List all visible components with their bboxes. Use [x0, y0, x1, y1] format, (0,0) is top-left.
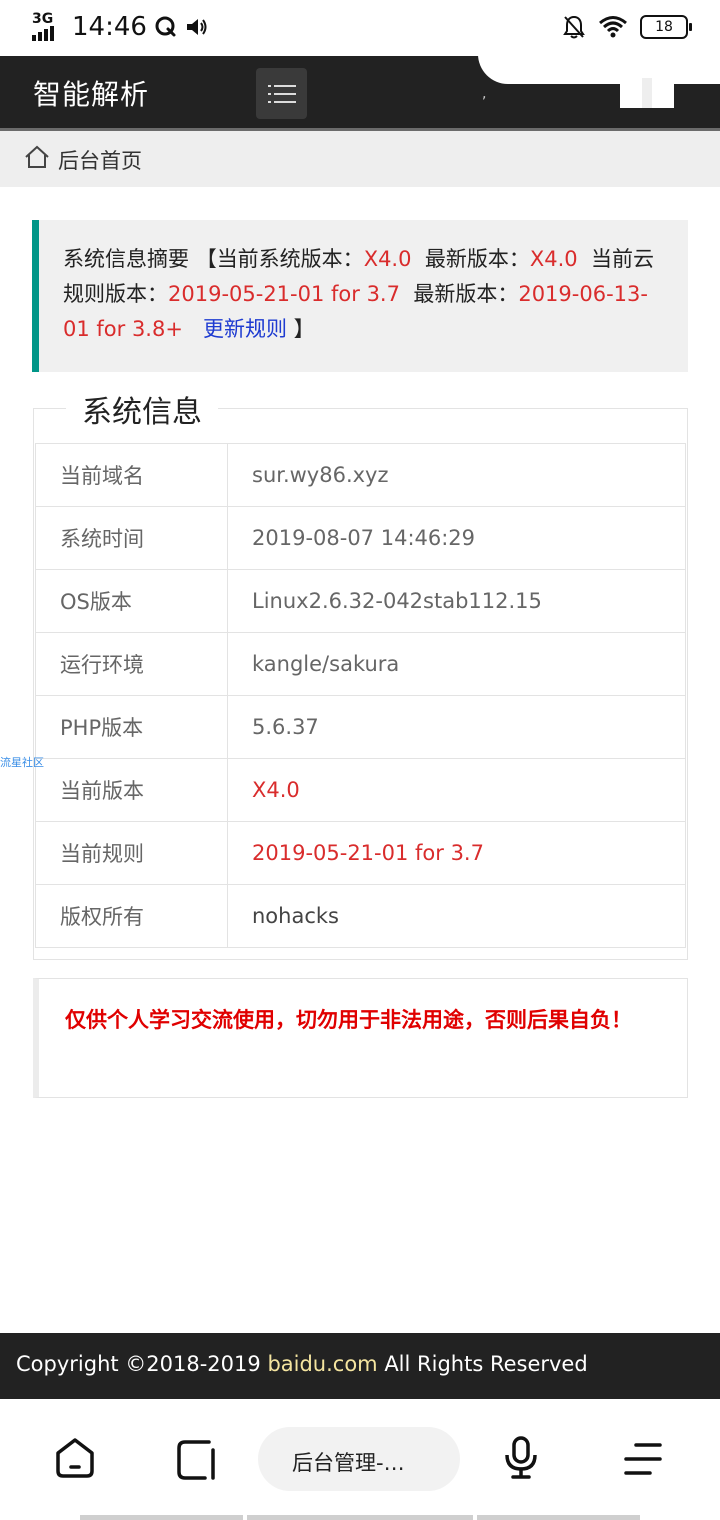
- copyright-suffix: All Rights Reserved: [377, 1352, 588, 1376]
- battery-icon: 18: [640, 15, 692, 39]
- row-value: 5.6.37: [227, 695, 686, 759]
- table-row: 当前规则 2019-05-21-01 for 3.7: [35, 821, 686, 885]
- row-value: nohacks: [227, 884, 686, 948]
- menu-toggle-button[interactable]: [256, 68, 307, 119]
- system-info-table: 当前域名 sur.wy86.xyz 系统时间 2019-08-07 14:46:…: [35, 443, 686, 948]
- system-info-title: 系统信息: [66, 387, 218, 431]
- signal-icon: 3G: [32, 11, 62, 41]
- status-right: 18: [562, 14, 692, 40]
- warning-box: 仅供个人学习交流使用，切勿用于非法用途，否则后果自负！: [33, 978, 688, 1098]
- table-row: 当前域名 sur.wy86.xyz: [35, 443, 686, 507]
- status-bar: 3G 14:46 18: [0, 0, 720, 56]
- row-key: 当前域名: [35, 443, 228, 507]
- system-summary-notice: 系统信息摘要 【当前系统版本：X4.0 最新版本：X4.0 当前云规则版本：20…: [32, 220, 688, 372]
- hamburger-menu-icon[interactable]: [622, 1441, 664, 1477]
- brand-title[interactable]: 智能解析: [33, 73, 149, 113]
- redacted-mark: ,: [482, 86, 487, 102]
- latest-rule-label: 最新版本：: [413, 282, 519, 306]
- home-icon: [25, 145, 49, 168]
- row-key: 版权所有: [35, 884, 228, 948]
- row-key: PHP版本: [35, 695, 228, 759]
- row-key: 系统时间: [35, 506, 228, 570]
- gesture-bar-segment: [80, 1515, 243, 1520]
- breadcrumb: 后台首页: [0, 131, 720, 187]
- current-version-value: X4.0: [363, 247, 412, 271]
- page-footer: Copyright ©2018-2019 baidu.com All Right…: [0, 1333, 720, 1399]
- table-row: 运行环境 kangle/sakura: [35, 632, 686, 696]
- table-row: PHP版本 5.6.37: [35, 695, 686, 759]
- address-bar[interactable]: 后台管理-…: [258, 1427, 460, 1491]
- bell-muted-icon: [563, 15, 585, 39]
- bracket-open: 【: [195, 247, 217, 271]
- table-row: 当前版本 X4.0: [35, 758, 686, 822]
- row-value: kangle/sakura: [227, 632, 686, 696]
- gesture-bar-segment: [477, 1515, 640, 1520]
- summary-label: 系统信息摘要: [63, 247, 189, 271]
- row-key: 运行环境: [35, 632, 228, 696]
- browser-home-icon[interactable]: [52, 1435, 98, 1481]
- table-row: OS版本 Linux2.6.32-042stab112.15: [35, 569, 686, 633]
- user-avatar[interactable]: [620, 78, 674, 108]
- latest-version-value: X4.0: [529, 247, 578, 271]
- row-value: 2019-08-07 14:46:29: [227, 506, 686, 570]
- breadcrumb-home-link[interactable]: 后台首页: [58, 145, 142, 175]
- summary-text: 系统信息摘要 【当前系统版本：X4.0 最新版本：X4.0 当前云规则版本：20…: [63, 242, 673, 347]
- page-title-pill: 后台管理-…: [292, 1451, 405, 1475]
- gesture-bar-segment: [247, 1515, 473, 1520]
- q-app-icon: [155, 16, 176, 37]
- bracket-close: 】: [293, 317, 315, 341]
- list-menu-icon: [267, 84, 296, 103]
- copyright-text: Copyright ©2018-2019 baidu.com All Right…: [16, 1352, 588, 1376]
- row-value: sur.wy86.xyz: [227, 443, 686, 507]
- copyright-link[interactable]: baidu.com: [267, 1352, 377, 1376]
- row-value-highlight: 2019-05-21-01 for 3.7: [227, 821, 686, 885]
- watermark-text: 流星社区: [0, 756, 44, 769]
- network-type: 3G: [32, 11, 54, 27]
- app-header: 智能解析 ,: [0, 50, 720, 130]
- row-value-highlight: X4.0: [227, 758, 686, 822]
- warning-text: 仅供个人学习交流使用，切勿用于非法用途，否则后果自负！: [65, 1008, 632, 1032]
- row-key: 当前规则: [35, 821, 228, 885]
- update-rules-link[interactable]: 更新规则: [203, 317, 287, 341]
- redacted-area: [478, 50, 720, 84]
- row-key: 当前版本: [35, 758, 228, 822]
- status-time: 14:46: [72, 12, 147, 42]
- cloud-rule-value: 2019-05-21-01 for 3.7: [168, 282, 400, 306]
- row-value: Linux2.6.32-042stab112.15: [227, 569, 686, 633]
- latest-version-label: 最新版本：: [424, 247, 530, 271]
- system-info-panel: 系统信息 当前域名 sur.wy86.xyz 系统时间 2019-08-07 1…: [33, 387, 688, 960]
- tabs-icon[interactable]: [175, 1438, 219, 1482]
- browser-bottom-bar: 后台管理-…: [0, 1399, 720, 1520]
- row-key: OS版本: [35, 569, 228, 633]
- current-version-label: 当前系统版本：: [216, 247, 364, 271]
- microphone-icon[interactable]: [502, 1435, 540, 1481]
- status-left: 3G 14:46: [32, 11, 209, 42]
- table-row: 版权所有 nohacks: [35, 884, 686, 948]
- speaker-icon: [186, 19, 207, 35]
- copyright-prefix: Copyright ©2018-2019: [16, 1352, 268, 1376]
- table-row: 系统时间 2019-08-07 14:46:29: [35, 506, 686, 570]
- wifi-icon: [599, 16, 627, 38]
